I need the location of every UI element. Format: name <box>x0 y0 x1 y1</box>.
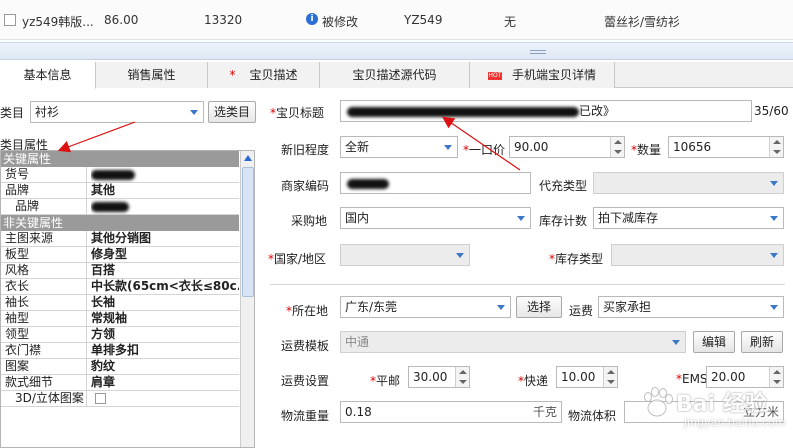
baidu-watermark: Bai 经验 jingyan.baidu.com <box>640 380 790 440</box>
watermark-title: Bai 经验 <box>676 392 767 417</box>
paw-logo-icon <box>644 387 673 417</box>
arrow-to-attrs-icon <box>57 121 136 153</box>
arrow-to-title-icon <box>442 116 521 171</box>
watermark-url: jingyan.baidu.com <box>684 416 786 429</box>
